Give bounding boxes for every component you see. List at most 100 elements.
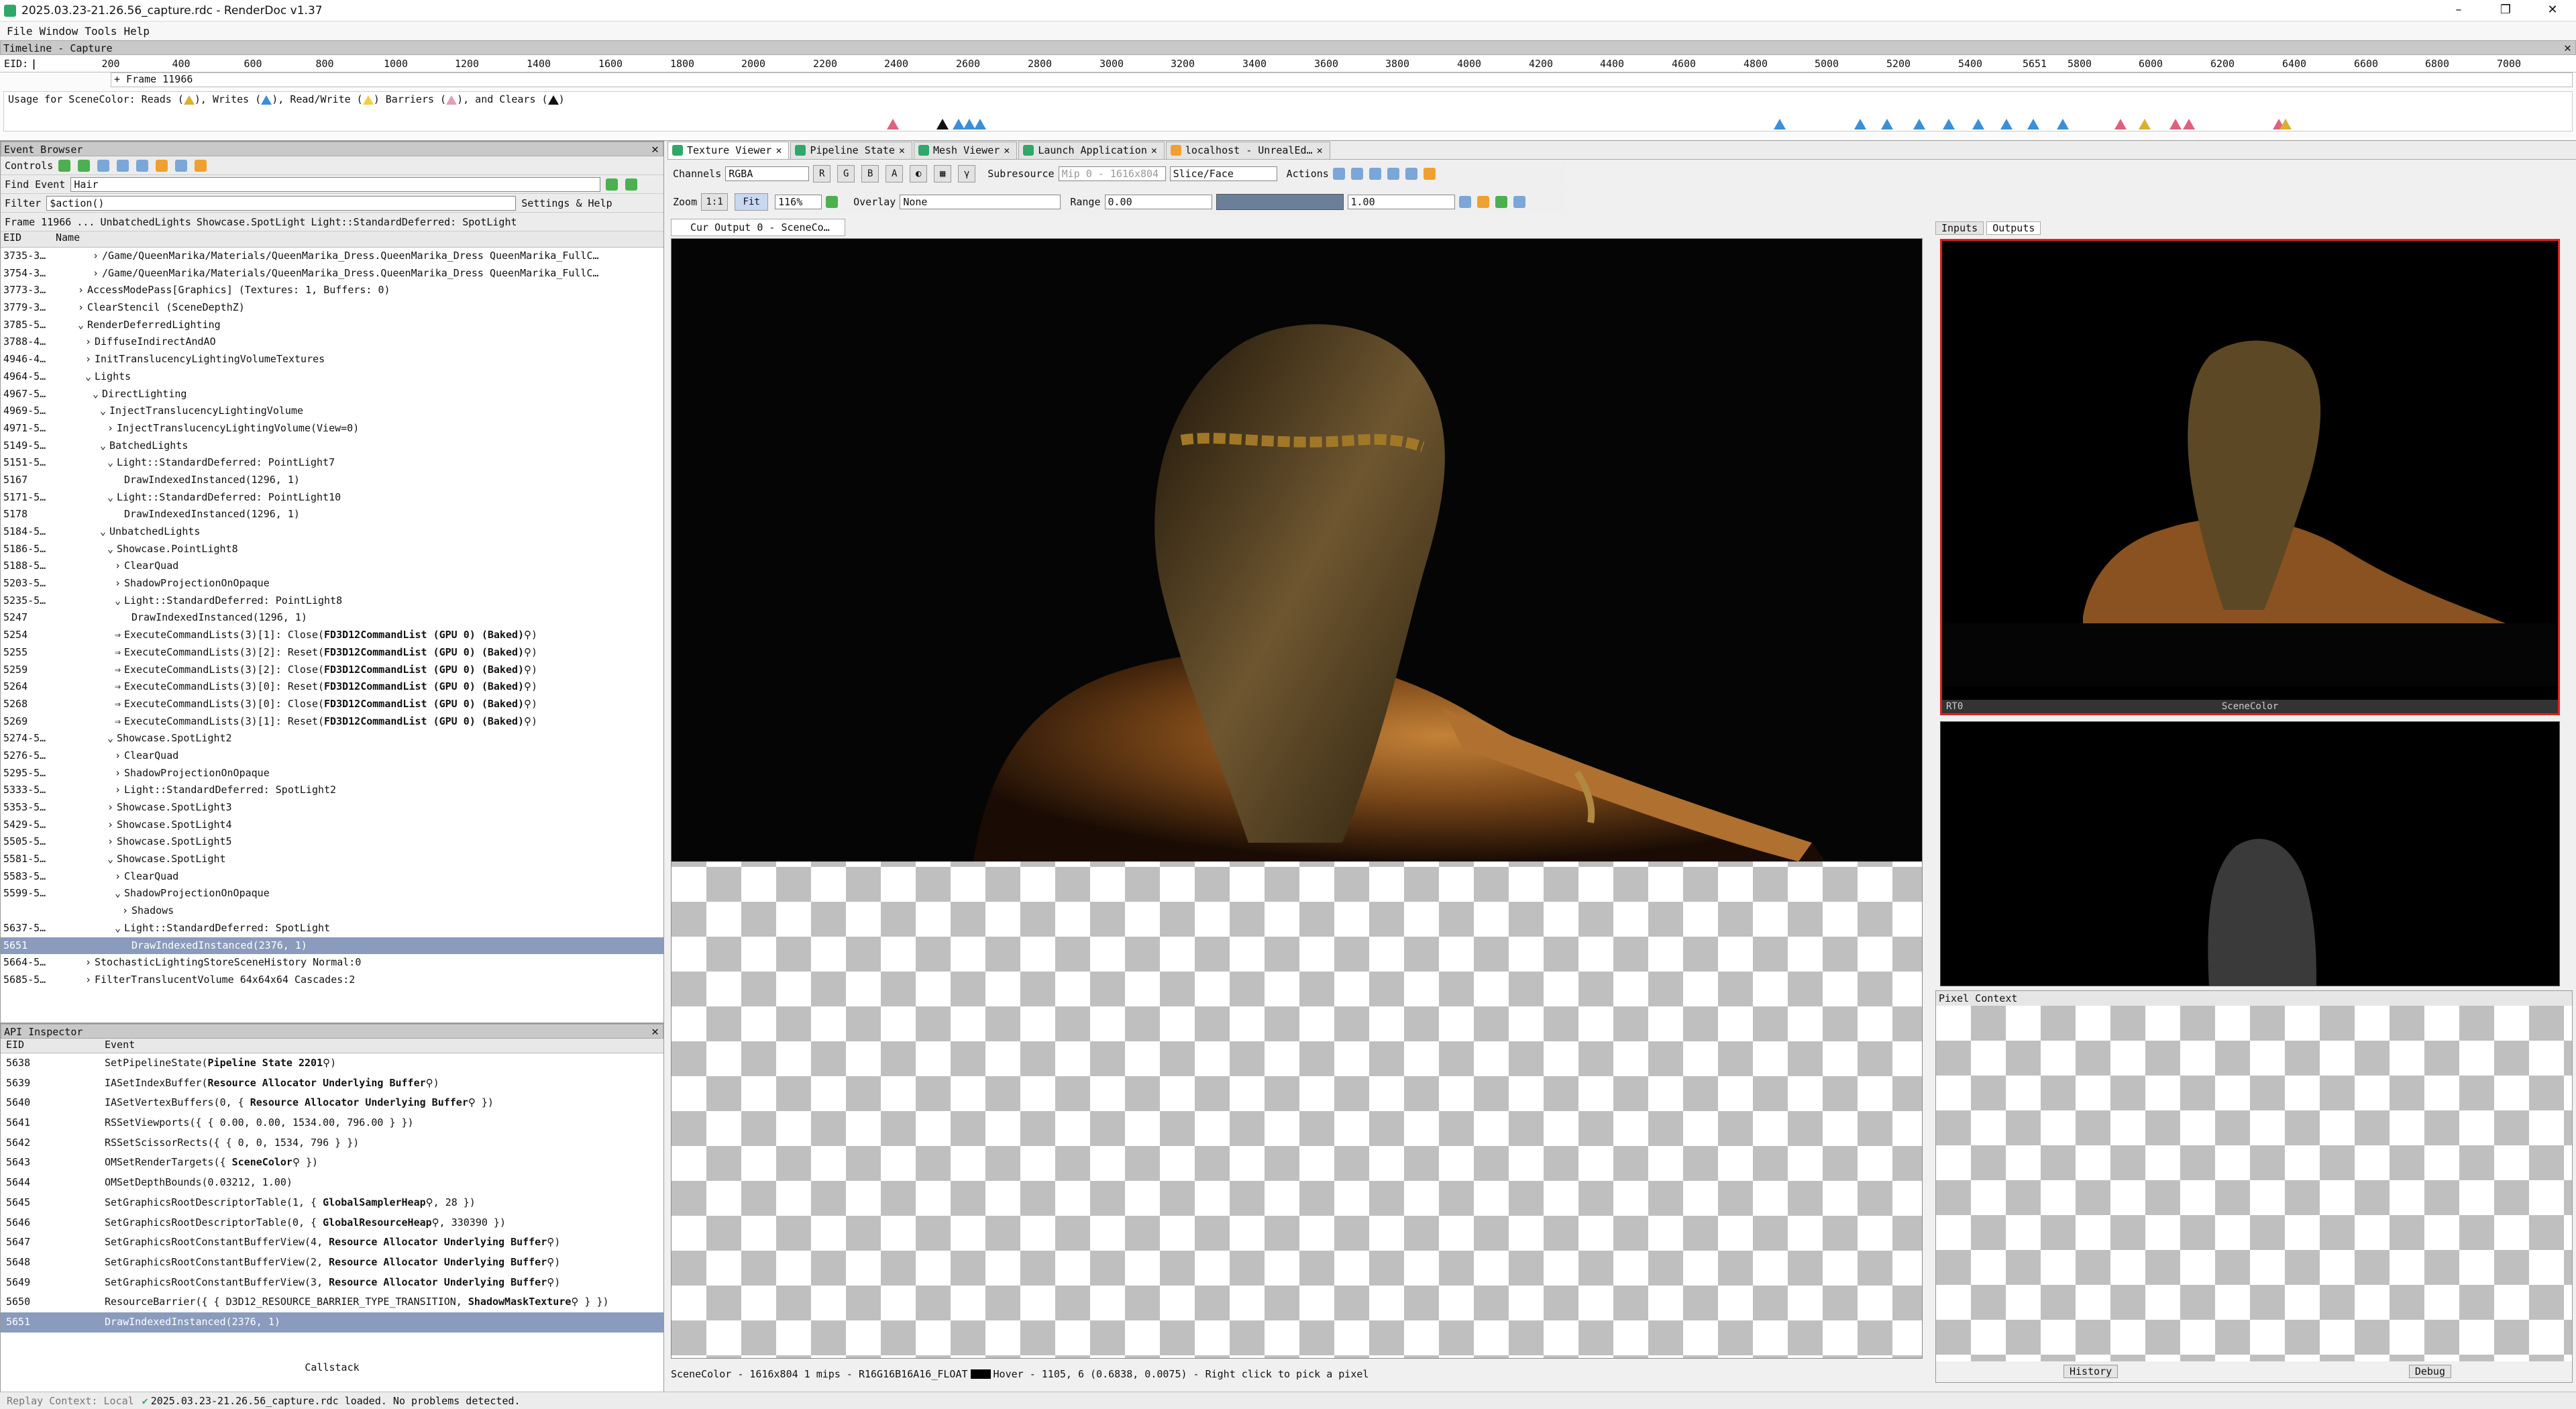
expand-arrow-icon[interactable]: › [115, 782, 124, 798]
expand-arrow-icon[interactable]: ⌄ [115, 885, 124, 902]
event-row[interactable]: 5268 ⇒ ExecuteCommandLists(3)[0]: Close(FD… [1, 696, 663, 713]
event-row[interactable]: 3788-4… › DiffuseIndirectAndAO [1, 333, 663, 351]
expand-arrow-icon[interactable]: ⇒ [115, 627, 124, 643]
col-eid[interactable]: EID [1, 231, 56, 247]
expand-arrow-icon[interactable]: › [93, 265, 102, 282]
expand-arrow-icon[interactable]: › [107, 833, 117, 850]
close-icon[interactable]: ✕ [899, 144, 905, 156]
next-event-icon[interactable] [78, 159, 91, 172]
api-row[interactable]: 5647 SetGraphicsRootConstantBufferView(4,… [1, 1233, 663, 1253]
range-slider[interactable] [1216, 194, 1344, 210]
event-row[interactable]: 5264 ⇒ ExecuteCommandLists(3)[0]: Reset(FD… [1, 678, 663, 696]
event-row[interactable]: 5178 DrawIndexedInstanced(1296, 1) [1, 506, 663, 523]
expand-arrow-icon[interactable]: ⌄ [85, 368, 95, 385]
api-row[interactable]: 5643 OMSetRenderTargets({ SceneColor⚲ }) [1, 1153, 663, 1173]
channel-r-toggle[interactable]: R [813, 165, 831, 182]
filter-input[interactable]: $action() [46, 195, 517, 211]
event-row[interactable]: 5151-5… ⌄ Light::StandardDeferred: PointLi… [1, 454, 663, 472]
event-row[interactable]: › Shadows [1, 902, 663, 920]
event-row[interactable]: 5259 ⇒ ExecuteCommandLists(3)[2]: Close(FD… [1, 662, 663, 679]
close-icon[interactable]: ✕ [1317, 144, 1323, 156]
api-resource[interactable]: GlobalResourceHeap [323, 1216, 432, 1229]
close-icon[interactable]: ✕ [1151, 144, 1157, 156]
usage-marker-icon[interactable] [1854, 119, 1866, 129]
expand-arrow-icon[interactable]: ⌄ [93, 386, 102, 403]
link-icon[interactable] [1405, 168, 1417, 180]
range-max-input[interactable]: 1.00 [1347, 195, 1455, 209]
usage-marker-icon[interactable] [1943, 119, 1955, 129]
usage-marker-icon[interactable] [936, 119, 949, 129]
event-row[interactable]: 3754-3… ›/Game/QueenMarika/Materials/Quee… [1, 265, 663, 282]
tab-mesh-viewer[interactable]: Mesh Viewer ✕ [913, 141, 1018, 159]
close-button[interactable]: ✕ [2529, 0, 2576, 21]
event-resource[interactable]: FD3D12CommandList (GPU 0) (Baked) [324, 680, 524, 692]
usage-marker-icon[interactable] [2027, 119, 2039, 129]
expand-arrow-icon[interactable]: › [78, 299, 87, 316]
api-row[interactable]: 5651 DrawIndexedInstanced(2376, 1) [1, 1312, 663, 1333]
expand-arrow-icon[interactable]: ⌄ [100, 403, 109, 419]
api-resource[interactable]: SceneColor [232, 1156, 292, 1168]
close-icon[interactable]: ✕ [651, 1025, 659, 1039]
tab-launch-application[interactable]: Launch Application ✕ [1018, 141, 1165, 159]
usage-marker-icon[interactable] [2114, 119, 2127, 129]
close-icon[interactable]: ✕ [651, 142, 659, 157]
tab-localhost[interactable]: localhost - UnrealEd… ✕ [1165, 141, 1330, 159]
event-row[interactable]: 5247 DrawIndexedInstanced(1296, 1) [1, 609, 663, 627]
expand-arrow-icon[interactable]: › [107, 420, 117, 437]
event-row[interactable]: 5581-5… ⌄ Showcase.SpotLight [1, 851, 663, 868]
event-row[interactable]: 3785-5… ⌄ RenderDeferredLighting [1, 317, 663, 334]
tab-outputs[interactable]: Outputs [1986, 221, 2041, 235]
event-row[interactable]: 5583-5… › ClearQuad [1, 868, 663, 886]
event-row[interactable]: 5188-5… › ClearQuad [1, 558, 663, 575]
usage-marker-icon[interactable] [974, 119, 986, 129]
expand-arrow-icon[interactable]: ⇒ [115, 696, 124, 713]
api-resource[interactable]: Pipeline State 2201 [208, 1057, 323, 1069]
menu-help[interactable]: Help [124, 25, 150, 38]
api-row[interactable]: 5645 SetGraphicsRootDescriptorTable(1, { … [1, 1193, 663, 1213]
range-min-input[interactable]: 0.00 [1104, 195, 1212, 209]
event-row[interactable]: 5664-5… › StochasticLightingStoreSceneHist… [1, 954, 663, 972]
event-row[interactable]: 5235-5… ⌄ Light::StandardDeferred: PointLi… [1, 592, 663, 610]
api-resource[interactable]: GlobalSamplerHeap [323, 1196, 426, 1208]
event-tree[interactable]: 3735-3… ›/Game/QueenMarika/Materials/Quee… [1, 248, 663, 996]
usage-marker-icon[interactable] [2183, 119, 2195, 129]
api-resource[interactable]: Resource Allocator Underlying Buffer [329, 1236, 547, 1248]
api-resource[interactable]: Resource Allocator Underlying Buffer [329, 1276, 547, 1288]
texture-canvas[interactable] [671, 238, 1923, 1359]
expand-arrow-icon[interactable]: › [122, 902, 131, 919]
event-row[interactable]: 5353-5… › Showcase.SpotLight3 [1, 799, 663, 817]
flip-icon[interactable] [826, 196, 839, 208]
find-next-icon[interactable] [625, 178, 638, 191]
event-resource[interactable]: FD3D12CommandList (GPU 0) (Baked) [324, 715, 524, 727]
history-button[interactable]: History [2063, 1365, 2118, 1378]
overlay-select[interactable]: None [900, 195, 1061, 209]
zoom-select[interactable]: 116% [775, 195, 822, 209]
expand-arrow-icon[interactable]: ⇒ [115, 644, 124, 661]
expand-arrow-icon[interactable]: › [115, 747, 124, 764]
event-row[interactable]: 3773-3… › AccessModePass[Graphics] (Textur… [1, 282, 663, 299]
find-icon[interactable] [97, 159, 110, 172]
usage-marker-icon[interactable] [2057, 119, 2069, 129]
previous-event-icon[interactable] [58, 159, 71, 172]
expand-arrow-icon[interactable]: › [107, 817, 117, 833]
expand-arrow-icon[interactable]: › [115, 868, 124, 885]
expand-arrow-icon[interactable]: ⇒ [115, 662, 124, 678]
expand-arrow-icon[interactable]: › [85, 351, 95, 368]
event-row[interactable]: 5269 ⇒ ExecuteCommandLists(3)[1]: Reset(FD… [1, 713, 663, 731]
usage-marker-icon[interactable] [2000, 119, 2012, 129]
event-row[interactable]: 3735-3… ›/Game/QueenMarika/Materials/Quee… [1, 248, 663, 265]
expand-arrow-icon[interactable]: › [115, 575, 124, 592]
event-row[interactable]: 4971-5… › InjectTranslucencyLightingVolume… [1, 420, 663, 437]
api-row[interactable]: 5644 OMSetDepthBounds(0.03212, 1.00) [1, 1173, 663, 1193]
event-row[interactable]: 5276-5… › ClearQuad [1, 747, 663, 765]
find-prev-icon[interactable] [606, 178, 619, 191]
maximize-button[interactable]: ❐ [2482, 0, 2529, 21]
usage-marker-icon[interactable] [887, 119, 899, 129]
channels-select[interactable]: RGBA [725, 166, 810, 181]
expand-arrow-icon[interactable]: ⌄ [115, 592, 124, 609]
expand-arrow-icon[interactable]: › [93, 248, 102, 264]
expand-arrow-icon[interactable]: › [107, 799, 117, 816]
api-row[interactable]: 5640 IASetVertexBuffers(0, { Resource All… [1, 1093, 663, 1113]
expand-arrow-icon[interactable]: › [85, 972, 95, 988]
slice-select[interactable]: Slice/Face [1169, 166, 1277, 181]
